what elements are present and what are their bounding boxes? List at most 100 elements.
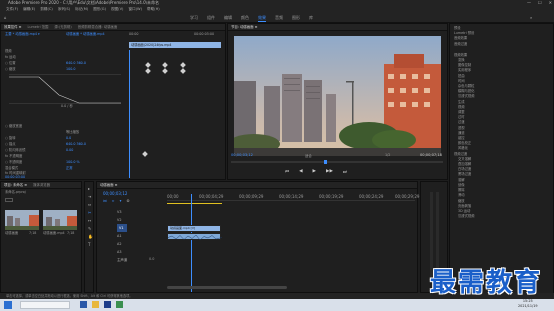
- menu-window[interactable]: 窗口(W): [128, 6, 142, 13]
- program-playhead[interactable]: [324, 160, 327, 164]
- workspace-tab-graphics[interactable]: 图形: [292, 15, 300, 22]
- track-v3[interactable]: V3: [117, 208, 127, 216]
- tab-sequence[interactable]: 动感画面 ≡: [100, 182, 117, 188]
- ec-position-value[interactable]: 640.0 360.0: [66, 61, 86, 66]
- keyframe-scale-2[interactable]: [162, 68, 168, 74]
- home-icon[interactable]: ⌂: [4, 15, 7, 20]
- file-explorer-icon[interactable]: [92, 301, 99, 308]
- step-forward-icon[interactable]: ▶▶: [326, 169, 333, 175]
- taskbar-search-input[interactable]: [20, 301, 70, 309]
- tab-effect-controls[interactable]: 效果控件 ≡: [4, 24, 21, 30]
- tab-audio-mixer[interactable]: 音频剪辑混合器: 动感画面: [78, 24, 118, 30]
- ec-value-graph[interactable]: [9, 74, 121, 104]
- keyframe-scale-3[interactable]: [180, 68, 186, 74]
- menu-sequence[interactable]: 序列(S): [58, 6, 70, 13]
- ec-playhead[interactable]: [129, 50, 130, 178]
- project-thumbnail[interactable]: [43, 210, 77, 230]
- project-search-input[interactable]: [5, 198, 13, 202]
- ripple-edit-tool-icon[interactable]: ⇔: [88, 202, 91, 207]
- workspace-tab-audio[interactable]: 音频: [275, 15, 283, 22]
- ec-anchor-value[interactable]: 640.0 360.0: [66, 142, 86, 147]
- step-back-icon[interactable]: ◀: [299, 169, 302, 175]
- ec-row-opacity-group[interactable]: fx 不透明度: [5, 154, 22, 159]
- program-scrub-bar[interactable]: [231, 160, 443, 164]
- slip-tool-icon[interactable]: ↔: [88, 218, 91, 223]
- hand-tool-icon[interactable]: ✋: [88, 234, 93, 239]
- ec-row-scale[interactable]: ○ 缩放: [5, 67, 16, 72]
- workspace-tab-assembly[interactable]: 组件: [207, 15, 215, 22]
- ec-blend-mode-value[interactable]: 正常: [66, 166, 73, 171]
- ec-row-motion[interactable]: fx 运动: [5, 55, 16, 60]
- tab-source[interactable]: 源:(无剪辑): [54, 24, 71, 30]
- ec-opacity-value[interactable]: 100.0 %: [66, 160, 80, 165]
- timeline-ruler[interactable]: 00;00 00;00;04;29 00;00;09;29 00;00;14;2…: [167, 193, 419, 201]
- keyframe-position-1[interactable]: [145, 62, 151, 68]
- project-item-name[interactable]: 动感画面: [5, 231, 18, 236]
- menu-marker[interactable]: 标记(M): [75, 6, 88, 13]
- ec-scale-value[interactable]: 100.0: [66, 67, 75, 72]
- start-icon[interactable]: [4, 301, 12, 309]
- razor-tool-icon[interactable]: ✂: [88, 210, 91, 215]
- ec-sequence-label[interactable]: 动感画面 * 动感画面.mp4: [66, 32, 105, 37]
- tab-program[interactable]: 节目: 动感画面 ≡: [231, 24, 257, 30]
- pen-tool-icon[interactable]: ✎: [88, 226, 91, 231]
- ec-row-position[interactable]: ○ 位置: [5, 61, 16, 66]
- track-a1[interactable]: A1: [117, 232, 127, 240]
- wrench-icon[interactable]: ⚙: [126, 199, 129, 203]
- keyframe-position-2[interactable]: [162, 62, 168, 68]
- ec-row-opacity[interactable]: ○ 不透明度: [5, 160, 22, 165]
- workspace-tab-libraries[interactable]: 库: [309, 15, 313, 22]
- video-clip[interactable]: 动感画面.mp4 [V]: [167, 225, 221, 232]
- menu-edit[interactable]: 编辑(E): [23, 6, 35, 13]
- ec-row-scale-width[interactable]: ○ 缩放宽度: [5, 124, 22, 129]
- taskbar-clock[interactable]: 15:25 2021/11/19: [518, 299, 538, 309]
- program-timecode-current[interactable]: 00;00;03;12: [231, 153, 253, 157]
- ec-uniform-scale[interactable]: 等比缩放: [66, 130, 79, 135]
- premiere-icon[interactable]: [104, 301, 111, 308]
- ec-clip-bar[interactable]: 动感画面(2020)24fps.mp4: [129, 42, 221, 48]
- menu-clip[interactable]: 剪辑(C): [40, 6, 53, 13]
- timeline-timecode[interactable]: 00;00;03;12: [103, 191, 127, 196]
- track-v1[interactable]: V1: [117, 224, 128, 232]
- selection-tool-icon[interactable]: ▸: [88, 186, 90, 191]
- keyframe-position-3[interactable]: [180, 62, 186, 68]
- tab-lumetri-scopes[interactable]: Lumetri 范围: [27, 24, 48, 30]
- menu-view[interactable]: 视图(V): [111, 6, 123, 13]
- ec-row-anchor[interactable]: ○ 锚点: [5, 142, 16, 147]
- keyframe-scale-1[interactable]: [145, 68, 151, 74]
- effects-section-audio-transitions[interactable]: 音频过渡: [450, 42, 553, 47]
- track-v2[interactable]: V2: [117, 216, 127, 224]
- work-area-bar[interactable]: [167, 203, 222, 204]
- snap-icon[interactable]: ⋈: [103, 199, 107, 203]
- keyframe-opacity-1[interactable]: [142, 151, 148, 157]
- workspace-tab-edit[interactable]: 编辑: [224, 15, 232, 22]
- program-video-frame[interactable]: [234, 36, 441, 156]
- ec-antiflicker-value[interactable]: 0.00: [66, 148, 73, 153]
- ec-row-rotation[interactable]: ○ 旋转: [5, 136, 16, 141]
- project-item-name[interactable]: 动感画面.mp4: [43, 231, 65, 236]
- track-select-tool-icon[interactable]: ⇥: [88, 194, 91, 199]
- audio-clip[interactable]: [167, 233, 223, 241]
- menu-help[interactable]: 帮助(H): [147, 6, 160, 13]
- menu-file[interactable]: 文件(F): [6, 6, 18, 13]
- browser-icon[interactable]: [116, 301, 123, 308]
- effect-item[interactable]: 沉浸式视频: [450, 214, 553, 219]
- workspace-tab-learn[interactable]: 学习: [190, 15, 198, 22]
- workspace-tab-color[interactable]: 颜色: [241, 15, 249, 22]
- type-tool-icon[interactable]: T: [88, 242, 90, 247]
- track-a2[interactable]: A2: [117, 240, 127, 248]
- workspace-tab-effects[interactable]: 效果: [258, 15, 266, 22]
- ec-source-label[interactable]: 主要 * 动感画面.mp4 ▾: [5, 32, 40, 37]
- tab-project[interactable]: 项目: 未命名 ≡: [4, 182, 27, 188]
- task-view-icon[interactable]: [80, 301, 87, 308]
- tab-media-browser[interactable]: 媒体浏览器: [33, 182, 50, 188]
- go-to-in-icon[interactable]: ⏮: [285, 169, 289, 175]
- track-a3[interactable]: A3: [117, 248, 127, 256]
- add-marker-icon[interactable]: ▾: [120, 199, 122, 203]
- project-thumbnail[interactable]: [5, 210, 39, 230]
- ec-row-antiflicker[interactable]: ○ 防闪烁滤镜: [5, 148, 25, 153]
- ec-rotation-value[interactable]: 0.0: [66, 136, 71, 141]
- go-to-out-icon[interactable]: ⏭: [343, 169, 347, 175]
- program-resolution-dropdown[interactable]: 1/2: [385, 153, 390, 157]
- search-icon[interactable]: ⌕: [530, 15, 532, 20]
